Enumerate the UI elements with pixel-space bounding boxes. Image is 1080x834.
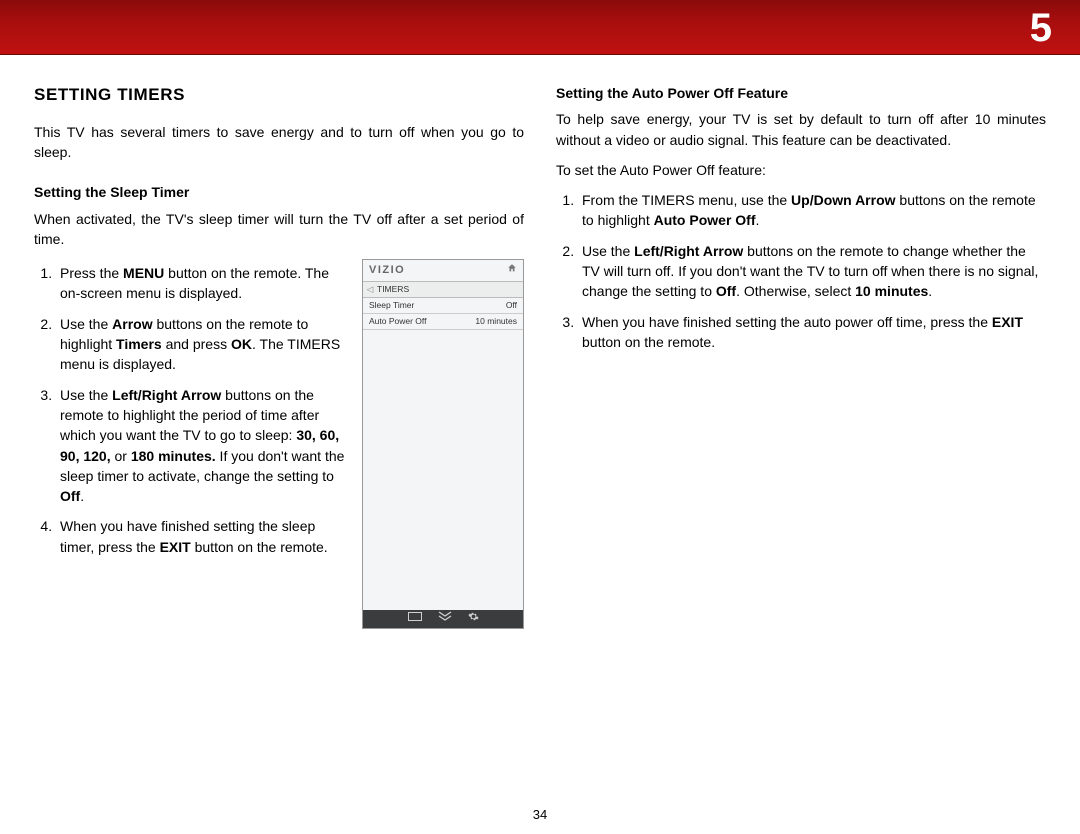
auto-power-off-steps: From the TIMERS menu, use the Up/Down Ar… bbox=[556, 190, 1046, 352]
back-icon: ◁ bbox=[363, 283, 377, 295]
step-4: When you have finished setting the sleep… bbox=[56, 516, 348, 557]
row-label: Sleep Timer bbox=[369, 299, 414, 311]
intro-paragraph: This TV has several timers to save energ… bbox=[34, 122, 524, 163]
auto-power-off-intro: To help save energy, your TV is set by d… bbox=[556, 109, 1046, 150]
row-label: Auto Power Off bbox=[369, 315, 426, 327]
auto-power-off-subheading: Setting the Auto Power Off Feature bbox=[556, 83, 1046, 103]
step-2: Use the Left/Right Arrow buttons on the … bbox=[578, 241, 1046, 302]
wide-icon bbox=[408, 612, 422, 627]
step-1: From the TIMERS menu, use the Up/Down Ar… bbox=[578, 190, 1046, 231]
row-value: Off bbox=[506, 299, 517, 311]
menu-row-auto-power-off: Auto Power Off 10 minutes bbox=[363, 314, 523, 330]
menu-breadcrumb: ◁ TIMERS bbox=[363, 282, 523, 298]
page-number: 34 bbox=[533, 807, 547, 822]
chevrons-down-icon bbox=[438, 611, 452, 627]
step-2: Use the Arrow buttons on the remote to h… bbox=[56, 314, 348, 375]
row-value: 10 minutes bbox=[475, 315, 517, 327]
timers-menu-screenshot: VIZIO ◁ TIMERS Sleep Timer Off Au bbox=[362, 259, 524, 629]
sleep-timer-intro: When activated, the TV's sleep timer wil… bbox=[34, 209, 524, 250]
menu-footer bbox=[363, 610, 523, 628]
menu-header: VIZIO bbox=[363, 260, 523, 282]
left-column: SETTING TIMERS This TV has several timer… bbox=[34, 83, 524, 629]
chapter-number: 5 bbox=[1030, 6, 1052, 51]
auto-power-off-lead: To set the Auto Power Off feature: bbox=[556, 160, 1046, 180]
sleep-timer-subheading: Setting the Sleep Timer bbox=[34, 182, 524, 202]
home-icon bbox=[507, 263, 517, 279]
section-heading: SETTING TIMERS bbox=[34, 83, 524, 108]
gear-icon bbox=[468, 611, 479, 628]
step-3: When you have finished setting the auto … bbox=[578, 312, 1046, 353]
right-column: Setting the Auto Power Off Feature To he… bbox=[556, 83, 1046, 629]
menu-row-sleep-timer: Sleep Timer Off bbox=[363, 298, 523, 314]
chapter-header: 5 bbox=[0, 0, 1080, 55]
sleep-timer-steps: Press the MENU button on the remote. The… bbox=[34, 263, 348, 557]
step-3: Use the Left/Right Arrow buttons on the … bbox=[56, 385, 348, 507]
vizio-logo: VIZIO bbox=[369, 263, 405, 279]
step-1: Press the MENU button on the remote. The… bbox=[56, 263, 348, 304]
breadcrumb-label: TIMERS bbox=[377, 283, 409, 295]
